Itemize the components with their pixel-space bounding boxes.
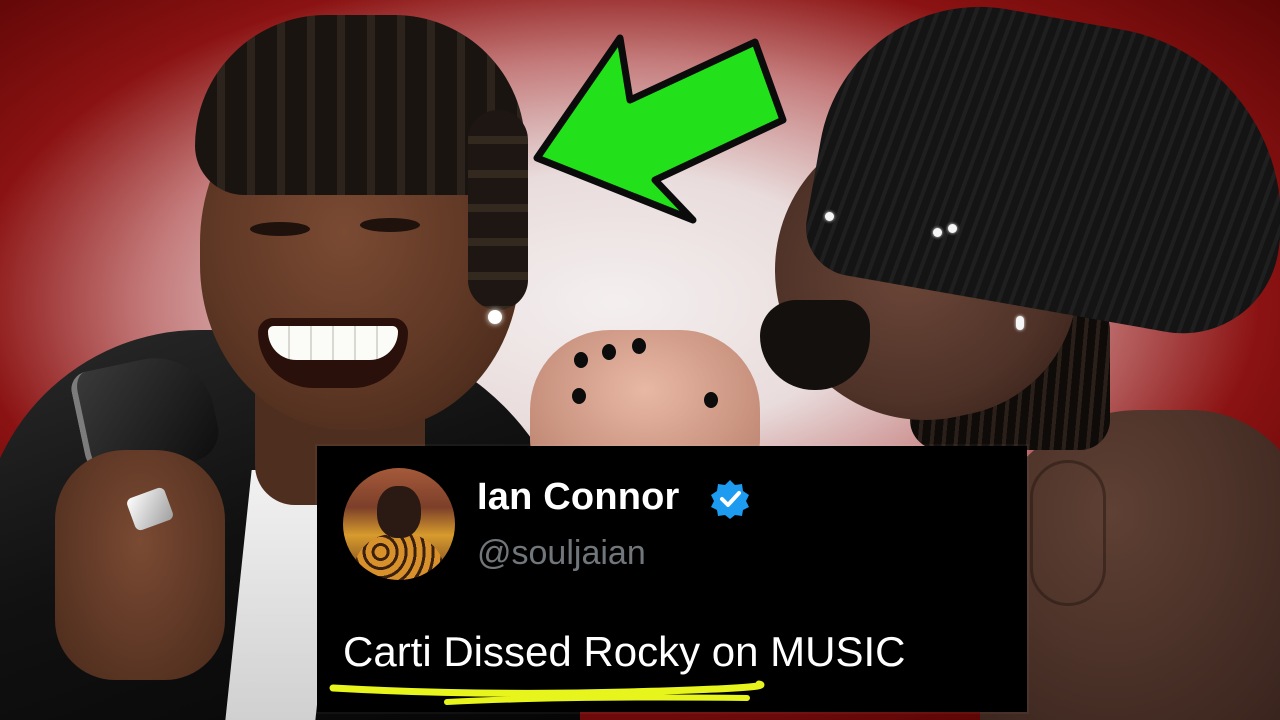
right-person-piercing-nose bbox=[825, 212, 834, 221]
tweet-card[interactable]: Ian Connor @souljaian Carti Dissed Rocky… bbox=[317, 446, 1027, 712]
thumbnail-canvas: Ian Connor @souljaian Carti Dissed Rocky… bbox=[0, 0, 1280, 720]
tweet-author-handle[interactable]: @souljaian bbox=[477, 534, 646, 573]
avatar-head bbox=[377, 486, 421, 538]
tweet-author-name[interactable]: Ian Connor bbox=[477, 476, 680, 519]
right-person-earring bbox=[1016, 316, 1024, 330]
left-person-eye-left bbox=[250, 222, 310, 236]
left-person-earring bbox=[488, 310, 502, 324]
left-person-braid bbox=[468, 110, 528, 310]
right-person-nail bbox=[602, 344, 616, 360]
right-person-nail bbox=[704, 392, 718, 408]
right-person-nail bbox=[574, 352, 588, 368]
avatar[interactable] bbox=[343, 468, 455, 580]
left-person-eye-right bbox=[360, 218, 420, 232]
right-person-nail bbox=[572, 388, 586, 404]
verified-badge-icon bbox=[709, 478, 751, 520]
right-person-tattoo bbox=[1030, 460, 1106, 606]
right-person-nail bbox=[632, 338, 646, 354]
avatar-shirt bbox=[353, 534, 445, 580]
left-person-hand bbox=[55, 450, 225, 680]
tweet-text: Carti Dissed Rocky on MUSIC bbox=[343, 628, 906, 675]
highlight-underline bbox=[327, 674, 767, 708]
green-arrow-icon bbox=[525, 30, 795, 230]
right-person-piercing-brow-2 bbox=[948, 224, 957, 233]
left-person-teeth bbox=[268, 326, 398, 360]
right-person-piercing-brow-1 bbox=[933, 228, 942, 237]
